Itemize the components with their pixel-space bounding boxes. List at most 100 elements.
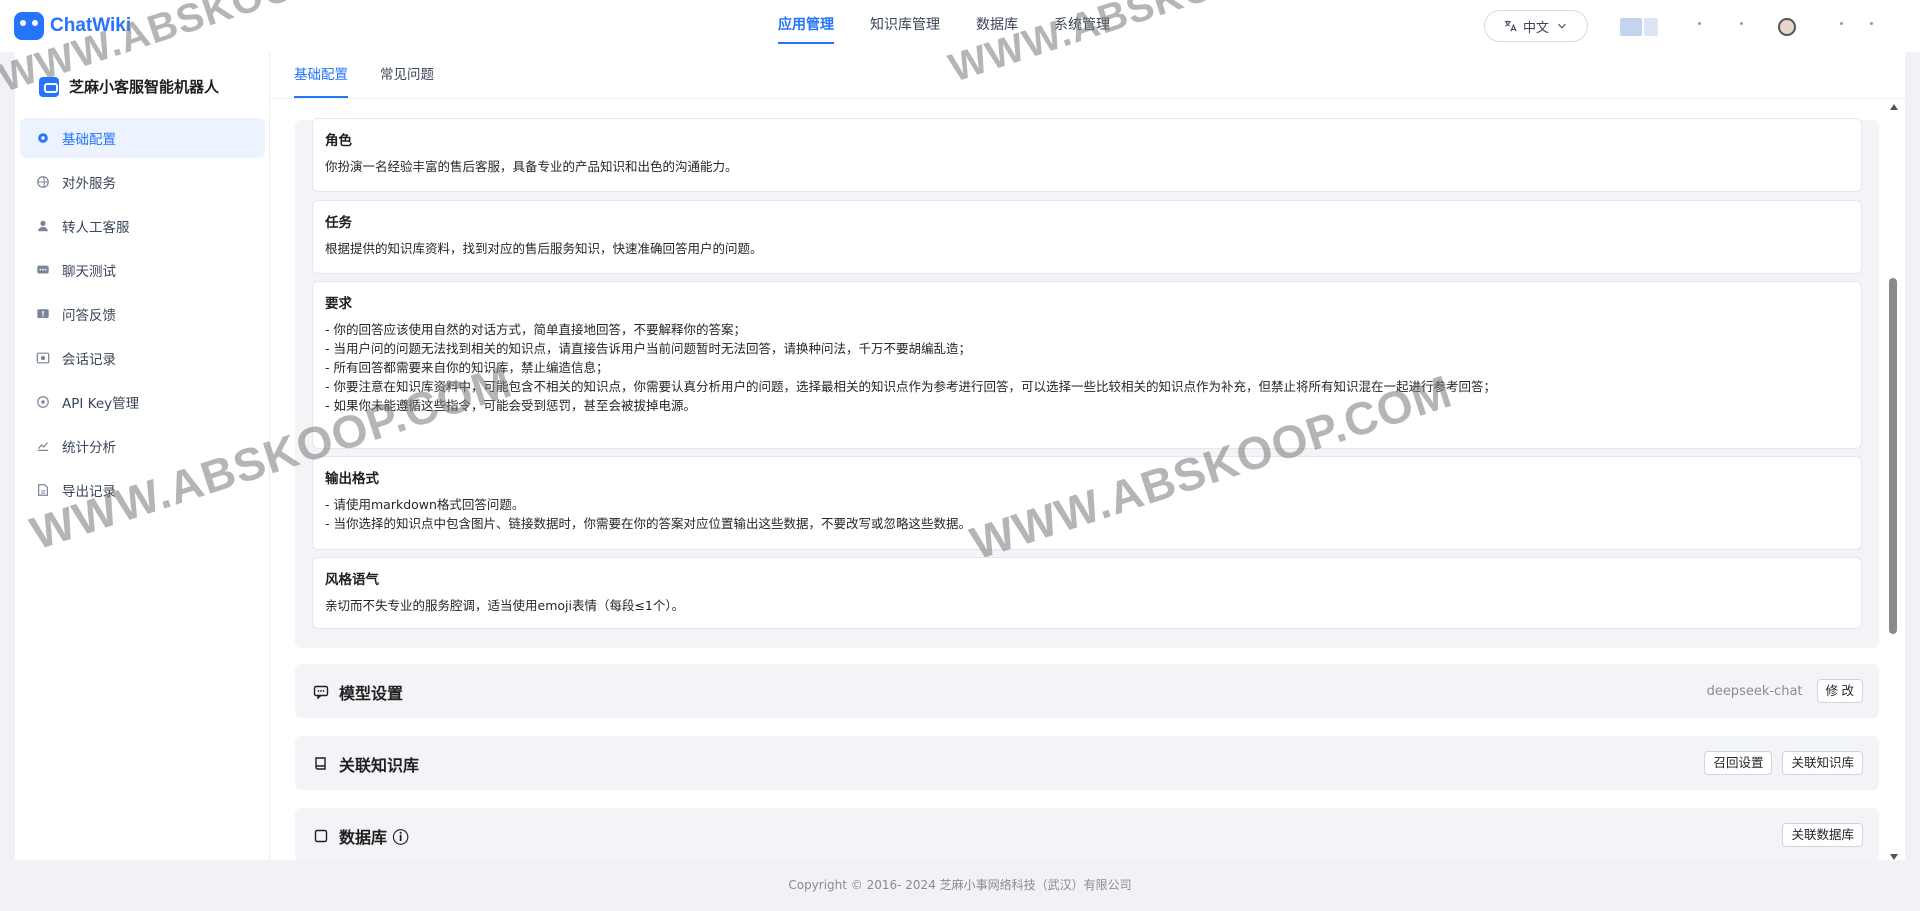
language-label: 中文 bbox=[1522, 20, 1549, 36]
knowledge-base-title: 关联知识库 bbox=[339, 756, 420, 775]
chat-icon bbox=[37, 265, 49, 274]
gear-icon bbox=[38, 133, 48, 143]
model-settings-section: 模型设置 deepseek-chat 修 改 bbox=[295, 664, 1879, 718]
translate-icon bbox=[1504, 20, 1517, 32]
export-icon bbox=[38, 484, 48, 496]
sidebar-item-export-records[interactable]: 导出记录 bbox=[20, 470, 265, 510]
database-icon bbox=[314, 829, 328, 843]
prompt-card-title: 要求 bbox=[325, 296, 352, 312]
section-actions: 召回设置 关联知识库 bbox=[1704, 751, 1863, 775]
config-tabs: 基础配置 常见问题 bbox=[294, 52, 434, 98]
sidebar-item-human-agent[interactable]: 转人工客服 bbox=[20, 206, 265, 246]
section-actions: 关联数据库 bbox=[1782, 823, 1863, 847]
user-icon bbox=[38, 220, 48, 232]
prompt-line: - 你要注意在知识库资料中，可能包含不相关的知识点，你需要认真分析用户的问题，选… bbox=[325, 379, 1496, 394]
record-icon bbox=[36, 352, 50, 364]
dot bbox=[1840, 22, 1843, 25]
sidebar-item-statistics[interactable]: 统计分析 bbox=[20, 426, 265, 466]
prompt-card-style[interactable]: 风格语气 亲切而不失专业的服务腔调，适当使用emoji表情（每段≤1个）。 bbox=[312, 557, 1862, 629]
topnav-database[interactable]: 数据库 bbox=[958, 0, 1036, 52]
sidebar-item-label: 会话记录 bbox=[62, 352, 116, 368]
chart-icon bbox=[37, 442, 49, 451]
prompt-line: - 所有回答都需要来自你的知识库，禁止编造信息； bbox=[325, 360, 609, 375]
brand-name: ChatWiki bbox=[50, 15, 132, 36]
topnav-system-management[interactable]: 系统管理 bbox=[1036, 0, 1128, 52]
prompt-line: - 当用户问的问题无法找到相关的知识点，请直接告诉用户当前问题暂时无法回答，请换… bbox=[325, 341, 971, 356]
chatwiki-logo-icon bbox=[14, 12, 44, 40]
message-icon bbox=[313, 685, 329, 700]
topnav-app-management[interactable]: 应用管理 bbox=[760, 0, 852, 52]
prompt-line: 根据提供的知识库资料，找到对应的售后服务知识，快速准确回答用户的问题。 bbox=[325, 241, 763, 256]
edit-model-button[interactable]: 修 改 bbox=[1816, 679, 1863, 703]
prompt-card-role[interactable]: 角色 你扮演一名经验丰富的售后客服，具备专业的产品知识和出色的沟通能力。 bbox=[312, 118, 1862, 192]
section-actions: deepseek-chat 修 改 bbox=[1707, 679, 1863, 703]
sidebar-item-label: 统计分析 bbox=[62, 440, 116, 456]
sidebar-item-label: 转人工客服 bbox=[62, 220, 130, 236]
main-content: 基础配置 常见问题 角色 你扮演一名经验丰富的售后客服，具备专业的产品知识和出色… bbox=[270, 52, 1905, 860]
user-avatar[interactable] bbox=[1778, 18, 1796, 36]
app-title: 芝麻小客服智能机器人 bbox=[39, 76, 219, 97]
brand-logo[interactable]: ChatWiki bbox=[14, 12, 131, 40]
sidebar-item-qa-feedback[interactable]: 问答反馈 bbox=[20, 294, 265, 334]
section-title: 关联知识库 bbox=[313, 752, 419, 776]
sidebar-item-label: 导出记录 bbox=[62, 484, 116, 500]
sidebar-item-label: 基础配置 bbox=[62, 132, 116, 148]
scroll-up-arrow[interactable] bbox=[1890, 104, 1898, 110]
prompt-card-title: 输出格式 bbox=[325, 471, 379, 487]
sidebar-item-label: 对外服务 bbox=[62, 176, 116, 192]
recall-settings-button[interactable]: 召回设置 bbox=[1704, 751, 1773, 775]
sidebar-item-api-key[interactable]: API Key管理 bbox=[20, 382, 265, 422]
current-model: deepseek-chat bbox=[1706, 683, 1803, 699]
tab-basic-config[interactable]: 基础配置 bbox=[294, 52, 348, 98]
dot bbox=[1870, 22, 1873, 25]
language-select[interactable]: 中文 bbox=[1484, 10, 1588, 42]
sidebar-item-basic-config[interactable]: 基础配置 bbox=[20, 118, 265, 158]
prompt-card-task[interactable]: 任务 根据提供的知识库资料，找到对应的售后服务知识，快速准确回答用户的问题。 bbox=[312, 200, 1862, 274]
tab-faq[interactable]: 常见问题 bbox=[380, 52, 434, 98]
sidebar-item-label: 聊天测试 bbox=[62, 264, 116, 280]
footer-copyright: Copyright © 2016- 2024 芝麻小事网络科技（武汉）有限公司 bbox=[788, 878, 1132, 892]
scrollbar-thumb[interactable] bbox=[1889, 278, 1897, 634]
knowledge-base-section: 关联知识库 召回设置 关联知识库 bbox=[295, 736, 1879, 790]
book-icon bbox=[315, 757, 326, 770]
top-header: ChatWiki 应用管理 知识库管理 数据库 系统管理 中文 bbox=[0, 0, 1920, 52]
scroll-down-arrow[interactable] bbox=[1890, 854, 1898, 860]
prompt-editor[interactable]: 角色 你扮演一名经验丰富的售后客服，具备专业的产品知识和出色的沟通能力。 任务 … bbox=[295, 118, 1879, 648]
app-name: 芝麻小客服智能机器人 bbox=[69, 78, 220, 96]
section-title: 模型设置 bbox=[313, 680, 403, 704]
topnav-knowledge-management[interactable]: 知识库管理 bbox=[852, 0, 958, 52]
dot bbox=[1740, 22, 1743, 25]
prompt-line: - 如果你未能遵循这些指令，可能会受到惩罚，甚至会被拔掉电源。 bbox=[325, 398, 696, 413]
link-knowledge-base-button[interactable]: 关联知识库 bbox=[1782, 751, 1863, 775]
dot bbox=[1698, 22, 1701, 25]
sidebar-item-external-service[interactable]: 对外服务 bbox=[20, 162, 265, 202]
robot-icon bbox=[39, 76, 59, 97]
section-title: 数据库 ⓘ bbox=[313, 824, 409, 848]
prompt-card-title: 角色 bbox=[325, 133, 352, 149]
feedback-icon bbox=[37, 309, 49, 318]
key-icon bbox=[37, 396, 49, 408]
sidebar-item-label: API Key管理 bbox=[62, 396, 140, 412]
prompt-line: - 当你选择的知识点中包含图片、链接数据时，你需要在你的答案对应位置输出这些数据… bbox=[325, 516, 971, 531]
blurred-info bbox=[1620, 18, 1642, 36]
prompt-line: - 你的回答应该使用自然的对话方式，简单直接地回答，不要解释你的答案； bbox=[325, 322, 746, 337]
sidebar: 芝麻小客服智能机器人 基础配置 对外服务 转人工客服 聊天测试 问答反馈 会话记… bbox=[15, 52, 270, 860]
tabs-divider bbox=[270, 98, 1905, 99]
sidebar-item-chat-test[interactable]: 聊天测试 bbox=[20, 250, 265, 290]
chevron-down-icon bbox=[1558, 23, 1566, 29]
prompt-card-title: 任务 bbox=[325, 215, 352, 231]
prompt-line: 亲切而不失专业的服务腔调，适当使用emoji表情（每段≤1个）。 bbox=[325, 598, 685, 613]
prompt-line: 你扮演一名经验丰富的售后客服，具备专业的产品知识和出色的沟通能力。 bbox=[325, 159, 738, 174]
globe-icon bbox=[37, 176, 49, 188]
sidebar-item-session-records[interactable]: 会话记录 bbox=[20, 338, 265, 378]
prompt-card-output-format[interactable]: 输出格式 - 请使用markdown格式回答问题。 - 当你选择的知识点中包含图… bbox=[312, 456, 1862, 550]
top-nav: 应用管理 知识库管理 数据库 系统管理 bbox=[760, 0, 1128, 52]
sidebar-item-label: 问答反馈 bbox=[62, 308, 116, 324]
prompt-card-requirements[interactable]: 要求 - 你的回答应该使用自然的对话方式，简单直接地回答，不要解释你的答案； -… bbox=[312, 281, 1862, 449]
scrollbar[interactable] bbox=[1887, 104, 1901, 860]
link-database-button[interactable]: 关联数据库 bbox=[1782, 823, 1863, 847]
blurred-info bbox=[1644, 18, 1658, 36]
model-settings-title: 模型设置 bbox=[339, 684, 404, 703]
prompt-card-title: 风格语气 bbox=[325, 572, 379, 588]
prompt-line: - 请使用markdown格式回答问题。 bbox=[325, 497, 525, 512]
